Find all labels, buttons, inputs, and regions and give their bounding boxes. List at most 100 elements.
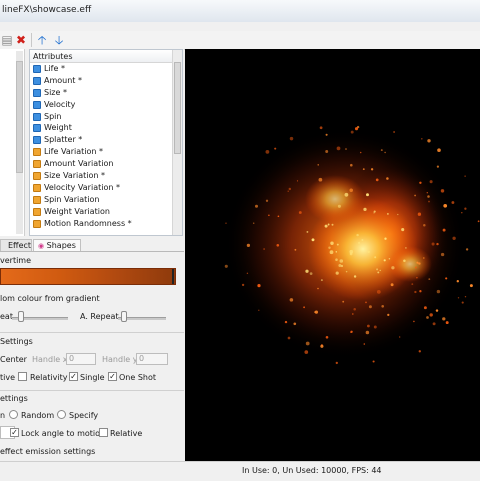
spark bbox=[366, 193, 369, 197]
effects-tree-scrollbar[interactable] bbox=[16, 51, 23, 234]
preview-viewport[interactable] bbox=[185, 49, 480, 461]
attribute-item[interactable]: Velocity bbox=[30, 99, 174, 111]
effects-tree[interactable] bbox=[0, 49, 25, 236]
repeat-slider-thumb[interactable] bbox=[18, 311, 24, 322]
attribute-item[interactable]: Weight bbox=[30, 122, 174, 134]
one-shot-checkbox[interactable]: ✓ bbox=[108, 372, 117, 381]
spark bbox=[318, 177, 323, 182]
spark bbox=[319, 126, 323, 130]
spark bbox=[413, 320, 415, 323]
relative-label: Relative bbox=[110, 429, 143, 438]
attribute-item[interactable]: Motion Randomness * bbox=[30, 218, 174, 230]
spark bbox=[461, 211, 463, 214]
attribute-item[interactable]: Amount Variation bbox=[30, 158, 174, 170]
attribute-item[interactable]: Spin bbox=[30, 111, 174, 123]
delete-icon[interactable]: ✖ bbox=[14, 33, 28, 47]
spark bbox=[419, 181, 422, 185]
spark bbox=[338, 264, 342, 267]
spark bbox=[350, 163, 353, 167]
attribute-item[interactable]: Velocity Variation * bbox=[30, 182, 174, 194]
spark bbox=[445, 277, 448, 280]
relative-checkbox[interactable] bbox=[99, 428, 108, 437]
spark bbox=[284, 320, 288, 324]
spark bbox=[384, 151, 386, 154]
attribute-item[interactable]: Life Variation * bbox=[30, 146, 174, 158]
attribute-item[interactable]: Size * bbox=[30, 87, 174, 99]
spark bbox=[375, 178, 379, 182]
spark bbox=[423, 306, 427, 310]
spark bbox=[387, 213, 389, 215]
attribute-label: Weight Variation bbox=[44, 206, 110, 216]
paste-icon[interactable]: ▤ bbox=[0, 33, 14, 47]
tab-effect[interactable]: Effect bbox=[0, 239, 32, 251]
spark bbox=[461, 301, 464, 304]
spark bbox=[288, 187, 292, 191]
spark bbox=[287, 336, 291, 340]
spark bbox=[436, 289, 441, 294]
attribute-curve-icon bbox=[33, 112, 41, 121]
attribute-item[interactable]: Size Variation * bbox=[30, 170, 174, 182]
spark bbox=[350, 130, 354, 134]
spark bbox=[289, 136, 294, 141]
spark bbox=[225, 222, 227, 224]
spark bbox=[336, 243, 339, 246]
spark bbox=[417, 212, 422, 216]
relativity-checkbox[interactable] bbox=[18, 372, 27, 381]
spark bbox=[464, 207, 467, 210]
spark bbox=[320, 344, 324, 348]
lower-right-glow bbox=[388, 246, 432, 282]
spark bbox=[469, 284, 473, 288]
scrollbar-thumb[interactable] bbox=[16, 61, 23, 173]
random-label: Random bbox=[21, 411, 55, 420]
attributes-scrollbar[interactable] bbox=[172, 50, 182, 235]
spark bbox=[426, 191, 429, 194]
property-tabs: Effect ◉ Shapes bbox=[0, 239, 184, 252]
spark bbox=[445, 321, 449, 325]
random-radio[interactable] bbox=[9, 410, 18, 419]
attribute-item[interactable]: Spin Variation bbox=[30, 194, 174, 206]
left-pane: Attributes Life * Amount * Size * Velocity S… bbox=[0, 49, 184, 461]
tab-effect-label: Effect bbox=[8, 241, 32, 250]
status-bar: In Use: 0, Un Used: 10000, FPS: 44 bbox=[0, 461, 480, 481]
attribute-label: Size * bbox=[44, 87, 67, 97]
spark bbox=[345, 270, 348, 273]
spark bbox=[387, 313, 390, 317]
spark bbox=[405, 247, 407, 249]
attribute-curve-icon bbox=[33, 172, 41, 181]
spark bbox=[354, 127, 359, 131]
spark bbox=[265, 150, 270, 154]
tab-shapes[interactable]: ◉ Shapes bbox=[33, 239, 81, 251]
attribute-item[interactable]: Amount * bbox=[30, 75, 174, 87]
attribute-curve-icon bbox=[33, 65, 41, 73]
attribute-item[interactable]: Weight Variation bbox=[30, 206, 174, 218]
spark bbox=[258, 309, 260, 312]
lock-angle-checkbox[interactable]: ✓ bbox=[10, 428, 19, 437]
spark bbox=[335, 271, 339, 275]
spark bbox=[427, 139, 431, 143]
single-checkbox[interactable]: ✓ bbox=[69, 372, 78, 381]
move-down-icon[interactable]: 🡣 bbox=[52, 33, 66, 47]
upper-glow bbox=[305, 175, 365, 223]
attribute-label: Motion Randomness * bbox=[44, 218, 132, 228]
gradient-marker[interactable] bbox=[172, 269, 174, 284]
handle-y-label: Handle y bbox=[102, 355, 138, 364]
spark bbox=[411, 283, 414, 285]
attribute-item[interactable]: Splatter * bbox=[30, 134, 174, 146]
spark bbox=[376, 290, 381, 294]
handle-x-input[interactable]: 0 bbox=[66, 353, 96, 365]
spark bbox=[255, 204, 258, 208]
spark bbox=[306, 230, 309, 233]
attribute-curve-icon bbox=[33, 195, 41, 204]
attribute-label: Spin Variation bbox=[44, 194, 100, 204]
specify-radio[interactable] bbox=[57, 410, 66, 419]
spark bbox=[379, 269, 381, 271]
spark bbox=[325, 133, 328, 136]
colour-gradient-bar[interactable] bbox=[0, 268, 176, 285]
spark bbox=[418, 350, 421, 353]
attribute-item[interactable]: Life * bbox=[30, 63, 174, 75]
move-up-icon[interactable]: 🡡 bbox=[35, 33, 49, 47]
a-repeat-slider-thumb[interactable] bbox=[121, 311, 127, 322]
scrollbar-thumb[interactable] bbox=[174, 62, 181, 154]
attribute-curve-icon bbox=[33, 136, 41, 145]
handle-y-input[interactable]: 0 bbox=[136, 353, 168, 365]
